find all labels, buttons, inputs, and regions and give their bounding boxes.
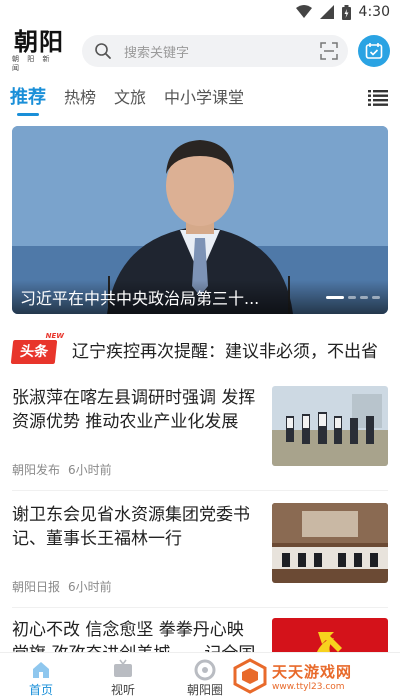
watermark-text: 天天游戏网 www.ttyl23.com	[272, 661, 352, 692]
carousel-indicator	[326, 295, 380, 299]
scan-icon[interactable]	[320, 42, 338, 60]
news-text-block: 张淑萍在喀左县调研时强调 发挥资源优势 推动农业产业化发展 朝阳发布 6小时前	[12, 386, 272, 478]
search-input[interactable]: 搜索关键字	[82, 35, 348, 67]
news-source: 朝阳日报	[12, 580, 61, 594]
nav-media[interactable]: 视听	[82, 653, 164, 700]
menu-icon[interactable]	[368, 90, 388, 106]
news-item[interactable]: 张淑萍在喀左县调研时强调 发挥资源优势 推动农业产业化发展 朝阳发布 6小时前	[0, 386, 400, 478]
nav-home-label: 首页	[28, 683, 53, 697]
news-source: 朝阳发布	[12, 463, 61, 477]
carousel-dot[interactable]	[360, 295, 368, 299]
wifi-icon	[295, 5, 312, 18]
calendar-button[interactable]	[358, 35, 390, 67]
calendar-icon	[365, 43, 383, 59]
carousel-dot-active[interactable]	[326, 295, 344, 299]
tab-recommend[interactable]: 推荐	[10, 78, 46, 118]
news-time: 6小时前	[68, 580, 112, 594]
headline-text: 辽宁疾控再次提醒：建议非必须，不出省	[72, 341, 378, 362]
header: 朝阳 朝 阳 新 闻 搜索关键字	[0, 24, 400, 78]
headline-badge-label: 头条	[10, 340, 58, 364]
tab-school-class[interactable]: 中小学课堂	[164, 78, 244, 118]
divider	[12, 490, 388, 491]
logo-title: 朝阳	[14, 27, 64, 56]
divider	[12, 607, 388, 608]
logo-subtitle: 朝 阳 新 闻	[12, 55, 53, 72]
category-tabs: 推荐 热榜 文旅 中小学课堂	[0, 78, 400, 118]
carousel-dot[interactable]	[372, 295, 380, 299]
new-badge: NEW	[45, 332, 64, 340]
news-thumbnail	[272, 503, 388, 583]
nav-circle-label: 朝阳圈	[186, 683, 223, 697]
search-placeholder: 搜索关键字	[124, 45, 190, 61]
news-title: 谢卫东会见省水资源集团党委书记、董事长王福林一行	[12, 505, 250, 549]
app-logo[interactable]: 朝阳 朝 阳 新 闻	[12, 27, 66, 73]
nav-media-label: 视听	[110, 683, 135, 697]
watermark-url: www.ttyl23.com	[272, 681, 345, 692]
watermark-logo-icon	[233, 658, 267, 694]
battery-icon	[341, 4, 351, 20]
tab-hot[interactable]: 热榜	[64, 78, 96, 118]
headline-badge: 头条 NEW	[10, 332, 64, 364]
signal-icon	[319, 5, 334, 19]
watermark: 天天游戏网 www.ttyl23.com	[232, 654, 392, 698]
search-icon	[95, 43, 111, 59]
watermark-name: 天天游戏网	[272, 662, 353, 681]
tv-icon	[114, 659, 132, 677]
carousel-dot[interactable]	[348, 295, 356, 299]
tab-culture-travel[interactable]: 文旅	[114, 78, 146, 118]
status-bar: 4:30	[0, 0, 400, 24]
banner-title: 习近平在中共中央政治局第三十...	[20, 289, 260, 308]
banner-carousel[interactable]: 习近平在中共中央政治局第三十...	[12, 126, 388, 314]
news-meta: 朝阳发布 6小时前	[12, 461, 258, 478]
nav-home[interactable]: 首页	[0, 653, 82, 700]
headline-row[interactable]: 头条 NEW 辽宁疾控再次提醒：建议非必须，不出省	[0, 324, 400, 374]
news-time: 6小时前	[68, 463, 112, 477]
banner-caption: 习近平在中共中央政治局第三十...	[12, 280, 388, 314]
news-meta: 朝阳日报 6小时前	[12, 578, 258, 595]
status-time: 4:30	[358, 4, 390, 20]
news-text-block: 谢卫东会见省水资源集团党委书记、董事长王福林一行 朝阳日报 6小时前	[12, 503, 272, 595]
home-icon	[33, 662, 49, 678]
news-thumbnail	[272, 386, 388, 466]
news-title: 张淑萍在喀左县调研时强调 发挥资源优势 推动农业产业化发展	[12, 388, 256, 432]
news-item[interactable]: 谢卫东会见省水资源集团党委书记、董事长王福林一行 朝阳日报 6小时前	[0, 503, 400, 595]
circle-icon	[194, 659, 216, 681]
